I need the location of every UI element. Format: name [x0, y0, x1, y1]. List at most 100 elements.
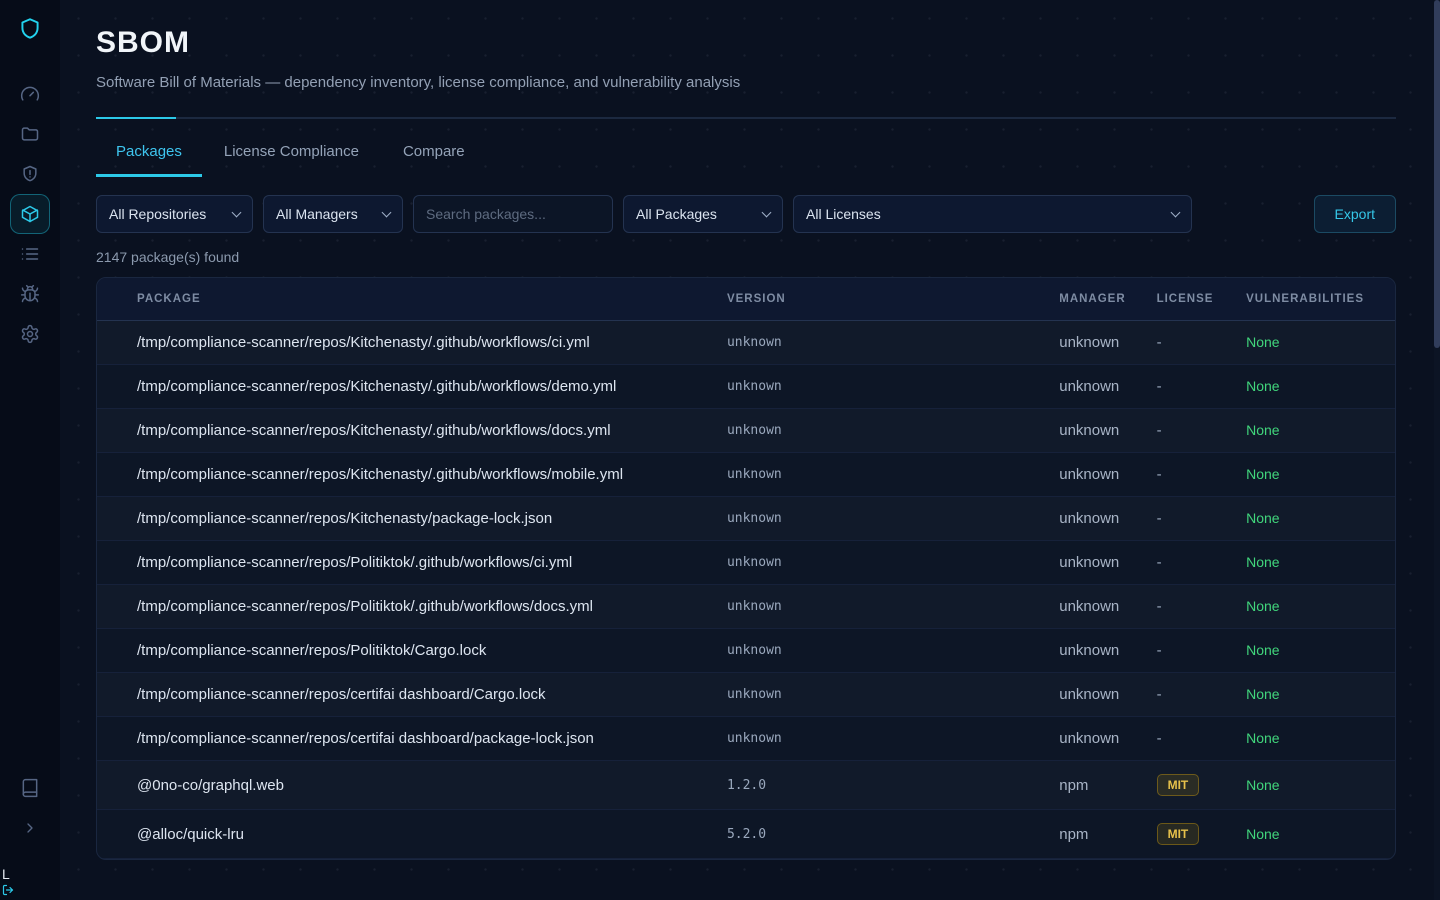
package-manager-cell: unknown	[1043, 497, 1140, 541]
sidebar-item-vulnerabilities[interactable]	[10, 274, 50, 314]
packages-select-value: All Packages	[636, 206, 717, 222]
chevron-down-icon	[232, 207, 242, 217]
chevron-down-icon	[1171, 207, 1181, 217]
package-license-cell: MIT	[1141, 810, 1231, 859]
package-license-cell: -	[1141, 629, 1231, 673]
table-row[interactable]: @alloc/quick-lru5.2.0npmMITNone	[97, 810, 1395, 859]
sidebar-item-dashboard[interactable]	[10, 74, 50, 114]
package-cube-icon	[20, 204, 40, 224]
sidebar-item-docs[interactable]	[10, 768, 50, 808]
package-name-cell: /tmp/compliance-scanner/repos/Politiktok…	[97, 541, 711, 585]
package-manager-cell: unknown	[1043, 673, 1140, 717]
page-scrollbar[interactable]	[1434, 0, 1440, 900]
repositories-select[interactable]: All Repositories	[96, 195, 253, 233]
package-license-cell: -	[1141, 717, 1231, 761]
package-license-cell: MIT	[1141, 761, 1231, 810]
packages-select[interactable]: All Packages	[623, 195, 783, 233]
package-name-cell: /tmp/compliance-scanner/repos/certifai d…	[97, 717, 711, 761]
column-header-package[interactable]: PACKAGE	[97, 278, 711, 321]
table-row[interactable]: /tmp/compliance-scanner/repos/certifai d…	[97, 717, 1395, 761]
table-row[interactable]: @0no-co/graphql.web1.2.0npmMITNone	[97, 761, 1395, 810]
package-vulnerabilities-cell: None	[1230, 497, 1395, 541]
table-row[interactable]: /tmp/compliance-scanner/repos/Kitchenast…	[97, 409, 1395, 453]
package-vulnerabilities-cell: None	[1230, 717, 1395, 761]
vulnerability-status: None	[1246, 422, 1279, 438]
package-license-cell: -	[1141, 321, 1231, 365]
gear-icon	[20, 324, 40, 344]
column-header-manager[interactable]: MANAGER	[1043, 278, 1140, 321]
packages-table: PACKAGE VERSION MANAGER LICENSE VULNERAB…	[97, 278, 1395, 859]
package-license-cell: -	[1141, 409, 1231, 453]
sidebar-item-repositories[interactable]	[10, 114, 50, 154]
sidebar-collapse-button[interactable]	[10, 808, 50, 848]
licenses-select-value: All Licenses	[806, 206, 881, 222]
package-license-cell: -	[1141, 585, 1231, 629]
sidebar-item-settings[interactable]	[10, 314, 50, 354]
package-vulnerabilities-cell: None	[1230, 585, 1395, 629]
table-row[interactable]: /tmp/compliance-scanner/repos/Politiktok…	[97, 541, 1395, 585]
managers-select-value: All Managers	[276, 206, 358, 222]
table-row[interactable]: /tmp/compliance-scanner/repos/certifai d…	[97, 673, 1395, 717]
tab-packages[interactable]: Packages	[96, 129, 202, 177]
package-name-cell: /tmp/compliance-scanner/repos/Politiktok…	[97, 629, 711, 673]
filter-bar: All Repositories All Managers All Packag…	[96, 195, 1396, 233]
search-input[interactable]	[413, 195, 613, 233]
vulnerability-status: None	[1246, 378, 1279, 394]
package-license-cell: -	[1141, 541, 1231, 585]
vulnerability-status: None	[1246, 510, 1279, 526]
table-row[interactable]: /tmp/compliance-scanner/repos/Kitchenast…	[97, 453, 1395, 497]
package-license-cell: -	[1141, 453, 1231, 497]
package-version-cell: unknown	[711, 497, 1043, 541]
tab-compare[interactable]: Compare	[381, 129, 487, 177]
package-vulnerabilities-cell: None	[1230, 810, 1395, 859]
package-name-cell: /tmp/compliance-scanner/repos/Kitchenast…	[97, 409, 711, 453]
package-manager-cell: unknown	[1043, 321, 1140, 365]
app-logo[interactable]	[17, 16, 43, 42]
sidebar-item-reports[interactable]	[10, 234, 50, 274]
header-divider	[96, 117, 1396, 119]
chevron-down-icon	[382, 207, 392, 217]
scrollbar-thumb[interactable]	[1434, 0, 1440, 348]
package-name-cell: /tmp/compliance-scanner/repos/Kitchenast…	[97, 321, 711, 365]
package-license-cell: -	[1141, 673, 1231, 717]
chevron-right-icon	[22, 820, 38, 836]
package-vulnerabilities-cell: None	[1230, 409, 1395, 453]
package-version-cell: unknown	[711, 453, 1043, 497]
sidebar: L	[0, 0, 60, 900]
table-row[interactable]: /tmp/compliance-scanner/repos/Kitchenast…	[97, 365, 1395, 409]
tab-license-compliance[interactable]: License Compliance	[202, 129, 381, 177]
package-version-cell: unknown	[711, 321, 1043, 365]
package-license-cell: -	[1141, 497, 1231, 541]
package-manager-cell: npm	[1043, 810, 1140, 859]
export-button[interactable]: Export	[1314, 195, 1396, 233]
package-manager-cell: npm	[1043, 761, 1140, 810]
list-icon	[20, 244, 40, 264]
table-row[interactable]: /tmp/compliance-scanner/repos/Kitchenast…	[97, 497, 1395, 541]
managers-select[interactable]: All Managers	[263, 195, 403, 233]
table-row[interactable]: /tmp/compliance-scanner/repos/Politiktok…	[97, 629, 1395, 673]
license-badge: MIT	[1157, 774, 1200, 796]
vulnerability-status: None	[1246, 466, 1279, 482]
package-vulnerabilities-cell: None	[1230, 453, 1395, 497]
package-version-cell: unknown	[711, 585, 1043, 629]
package-vulnerabilities-cell: None	[1230, 673, 1395, 717]
shield-alert-icon	[20, 164, 40, 184]
column-header-version[interactable]: VERSION	[711, 278, 1043, 321]
package-name-cell: @0no-co/graphql.web	[97, 761, 711, 810]
logout-icon[interactable]	[2, 884, 14, 896]
table-row[interactable]: /tmp/compliance-scanner/repos/Politiktok…	[97, 585, 1395, 629]
licenses-select[interactable]: All Licenses	[793, 195, 1192, 233]
package-version-cell: unknown	[711, 673, 1043, 717]
dashboard-gauge-icon	[20, 84, 40, 104]
package-version-cell: unknown	[711, 717, 1043, 761]
package-manager-cell: unknown	[1043, 365, 1140, 409]
package-vulnerabilities-cell: None	[1230, 321, 1395, 365]
package-manager-cell: unknown	[1043, 541, 1140, 585]
sidebar-item-sbom[interactable]	[10, 194, 50, 234]
column-header-license[interactable]: LICENSE	[1141, 278, 1231, 321]
package-manager-cell: unknown	[1043, 585, 1140, 629]
sidebar-item-security[interactable]	[10, 154, 50, 194]
column-header-vulnerabilities[interactable]: VULNERABILITIES	[1230, 278, 1395, 321]
table-row[interactable]: /tmp/compliance-scanner/repos/Kitchenast…	[97, 321, 1395, 365]
license-badge: MIT	[1157, 823, 1200, 845]
